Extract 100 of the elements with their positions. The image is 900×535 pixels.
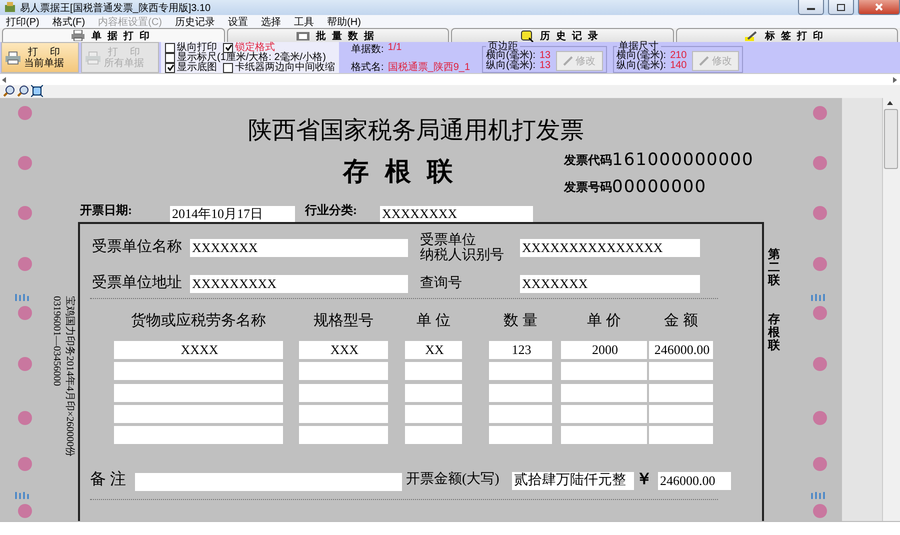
table-cell[interactable] xyxy=(489,362,552,380)
table-cell[interactable] xyxy=(405,384,462,402)
table-cell[interactable] xyxy=(405,405,462,423)
table-cell[interactable]: 246000.00 xyxy=(649,341,713,359)
checkbox[interactable]: 纵向打印 xyxy=(165,42,217,52)
number-label: 发票号码 xyxy=(564,181,612,194)
checkbox[interactable]: 显示底图 xyxy=(165,62,217,72)
buyer-address-field[interactable]: XXXXXXXXX xyxy=(190,275,408,293)
window-title: 易人票据王[国税普通发票_陕西专用版]3.10 xyxy=(20,2,212,14)
table-cell[interactable] xyxy=(561,384,647,402)
menu-item[interactable]: 帮助(H) xyxy=(327,14,361,28)
table-cell[interactable]: 2000 xyxy=(561,341,647,359)
code-label: 发票代码 xyxy=(564,154,612,168)
zoom-in-icon[interactable] xyxy=(3,85,15,97)
print-button[interactable]: 打印 当前单据 xyxy=(1,42,79,73)
check-icon xyxy=(224,44,232,51)
checkbox[interactable]: 卡纸器两边向中间收缩 xyxy=(223,62,335,72)
database-icon xyxy=(520,30,534,42)
remark-field[interactable] xyxy=(135,473,402,491)
close-icon xyxy=(875,3,883,11)
punch-hole-icon xyxy=(18,504,32,518)
table-cell[interactable] xyxy=(489,426,552,444)
scrollbar-thumb[interactable] xyxy=(884,109,898,169)
table-cell[interactable] xyxy=(561,362,647,380)
zoom-out-icon[interactable] xyxy=(17,85,29,97)
table-cell[interactable] xyxy=(649,362,713,380)
total-field[interactable]: 246000.00 xyxy=(658,472,731,490)
horizontal-scrollbar[interactable] xyxy=(0,73,900,85)
tick-marks-icon xyxy=(811,293,825,301)
pencil-icon xyxy=(562,56,573,66)
table-cell[interactable] xyxy=(299,384,388,402)
menu-item[interactable]: 历史记录 xyxy=(175,14,216,28)
punch-hole-icon xyxy=(18,411,32,425)
query-label: 查询号 xyxy=(420,276,462,292)
buyer-tax-field[interactable]: XXXXXXXXXXXXXXX xyxy=(520,239,700,257)
tick-marks-icon xyxy=(15,293,29,301)
table-cell[interactable] xyxy=(649,426,713,444)
table-cell[interactable] xyxy=(561,405,647,423)
table-cell[interactable] xyxy=(561,426,647,444)
table-cell[interactable] xyxy=(114,384,283,402)
invoice-code: 161000000000 xyxy=(612,151,754,170)
table-cell[interactable] xyxy=(114,362,283,380)
tab[interactable]: 单据打印 xyxy=(2,28,224,42)
table-cell[interactable] xyxy=(649,384,713,402)
copy-name: 存根联 xyxy=(768,313,780,353)
punch-hole-icon xyxy=(18,257,32,271)
industry-label: 行业分类: xyxy=(305,204,357,218)
table-cell[interactable] xyxy=(489,384,552,402)
maximize-icon xyxy=(837,4,845,10)
fit-icon[interactable] xyxy=(31,85,43,97)
dimension-value: 210 xyxy=(670,51,687,61)
table-cell[interactable]: 123 xyxy=(489,341,552,359)
table-cell[interactable] xyxy=(114,405,283,423)
tab[interactable]: 标签打印 xyxy=(676,28,898,42)
left-arrow-icon[interactable] xyxy=(2,76,7,82)
table-cell[interactable] xyxy=(489,405,552,423)
punch-hole-icon xyxy=(813,206,827,220)
column-header: 金 额 xyxy=(663,313,699,330)
menu-item[interactable]: 工具 xyxy=(294,14,314,28)
tick-marks-icon xyxy=(15,491,29,499)
menu-item[interactable]: 选择 xyxy=(261,14,282,28)
query-field[interactable]: XXXXXXX xyxy=(520,275,700,293)
table-cell[interactable] xyxy=(299,405,388,423)
dimension-value: 140 xyxy=(670,61,687,71)
table-cell[interactable] xyxy=(405,362,462,380)
format-value: 国税通票_陕西9_1 xyxy=(388,60,470,74)
table-cell[interactable]: XX xyxy=(405,341,462,359)
table-cell[interactable] xyxy=(405,426,462,444)
total-words-field[interactable]: 贰拾肆万陆仟元整 xyxy=(512,472,634,490)
tab[interactable]: 历史记录 xyxy=(451,28,674,42)
punch-hole-icon xyxy=(18,206,32,220)
tab[interactable]: 批量数据 xyxy=(226,28,449,42)
punch-hole-icon xyxy=(813,411,827,425)
date-field[interactable]: 2014年10月17日 xyxy=(170,206,295,222)
table-cell[interactable] xyxy=(299,362,388,380)
checkbox[interactable]: 锁定格式 xyxy=(223,42,335,52)
column-header: 数 量 xyxy=(502,313,538,330)
checkbox[interactable]: 显示标尺(1厘米/大格: 2毫米/小格) xyxy=(165,52,335,62)
menu-item[interactable]: 打印(P) xyxy=(6,14,40,28)
buyer-name-field[interactable]: XXXXXXX xyxy=(190,239,408,257)
table-cell[interactable] xyxy=(649,405,713,423)
invoice-title: 陕西省国家税务局通用机打发票 xyxy=(248,118,584,144)
table-cell[interactable]: XXXX xyxy=(114,341,283,359)
punch-hole-icon xyxy=(18,306,32,320)
table-cell[interactable] xyxy=(299,426,388,444)
table-cell[interactable] xyxy=(114,426,283,444)
app-icon xyxy=(4,2,16,13)
industry-field[interactable]: XXXXXXXX xyxy=(380,206,533,222)
menu-item[interactable]: 格式(F) xyxy=(52,14,86,28)
printer-note: 宝鸡国力印务2014年4月印×260000份 xyxy=(64,296,75,457)
minimize-button[interactable] xyxy=(798,0,824,15)
close-button[interactable] xyxy=(858,0,900,15)
maximize-button[interactable] xyxy=(828,0,854,15)
column-header: 规格型号 xyxy=(312,313,374,330)
column-header: 单 位 xyxy=(416,313,452,330)
right-arrow-icon[interactable] xyxy=(893,76,898,82)
invoice-copy-title: 存根联 xyxy=(343,158,469,187)
table-cell[interactable]: XXX xyxy=(299,341,388,359)
dimension-value: 13 xyxy=(539,51,551,61)
menu-item[interactable]: 设置 xyxy=(228,14,248,28)
